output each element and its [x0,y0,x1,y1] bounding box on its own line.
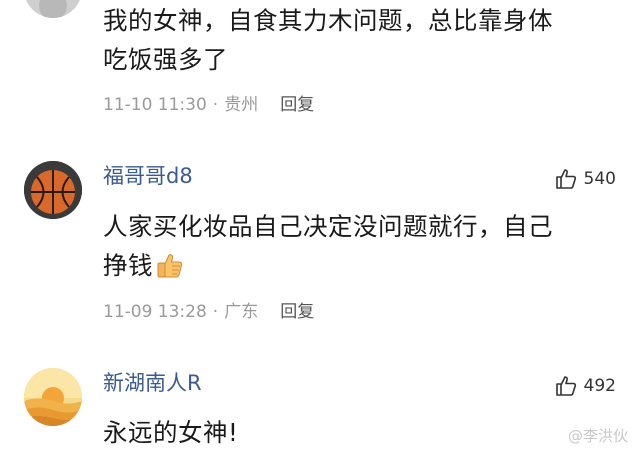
thumbs-up-icon [555,169,576,189]
sunset-avatar-icon [24,368,82,426]
watermark-text: @李洪伙 [567,427,628,445]
comment-meta: 11-09 13:28 · 广东 回复 [103,301,314,323]
reply-button[interactable]: 回复 [280,302,314,322]
comment-meta: 11-10 11:30 · 贵州 回复 [103,94,314,116]
comment-text: 人家买化妆品自己决定没问题就行，自己 挣钱 [103,207,603,291]
comment-text-line: 人家买化妆品自己决定没问题就行，自己 [103,212,553,241]
thumbs-up-icon [555,376,576,396]
comment-text-line: 永远的女神! [103,418,239,447]
comment-time: 11-10 11:30 [103,95,207,115]
avatar[interactable] [24,368,82,426]
like-button[interactable]: 492 [554,374,616,398]
like-button[interactable]: 540 [554,167,616,191]
thumbs-up-emoji-icon [155,250,185,291]
comment-text-line: 我的女神，自食其力木问题，总比靠身体 [103,6,553,35]
separator-dot: · [212,302,219,322]
separator-dot: · [212,95,219,115]
watermark: @李洪伙 [568,425,628,446]
comment-text-line: 挣钱 [103,246,603,291]
comment-text-line: 吃饭强多了 [103,45,228,74]
reply-button[interactable]: 回复 [280,95,314,115]
comment-location: 贵州 [224,95,259,115]
comment-text: 我的女神，自食其力木问题，总比靠身体 吃饭强多了 [103,1,603,79]
avatar[interactable] [24,161,82,219]
comment-time: 11-09 13:28 [103,302,207,322]
avatar[interactable] [24,0,82,18]
avatar-image-icon [26,0,80,18]
comment-location: 广东 [224,302,259,322]
like-count: 492 [583,376,616,396]
username[interactable]: 新湖南人R [103,370,202,396]
username[interactable]: 福哥哥d8 [103,163,193,189]
like-count: 540 [583,169,616,189]
comment-text: 永远的女神! [103,413,603,452]
basketball-avatar-icon [24,161,82,219]
